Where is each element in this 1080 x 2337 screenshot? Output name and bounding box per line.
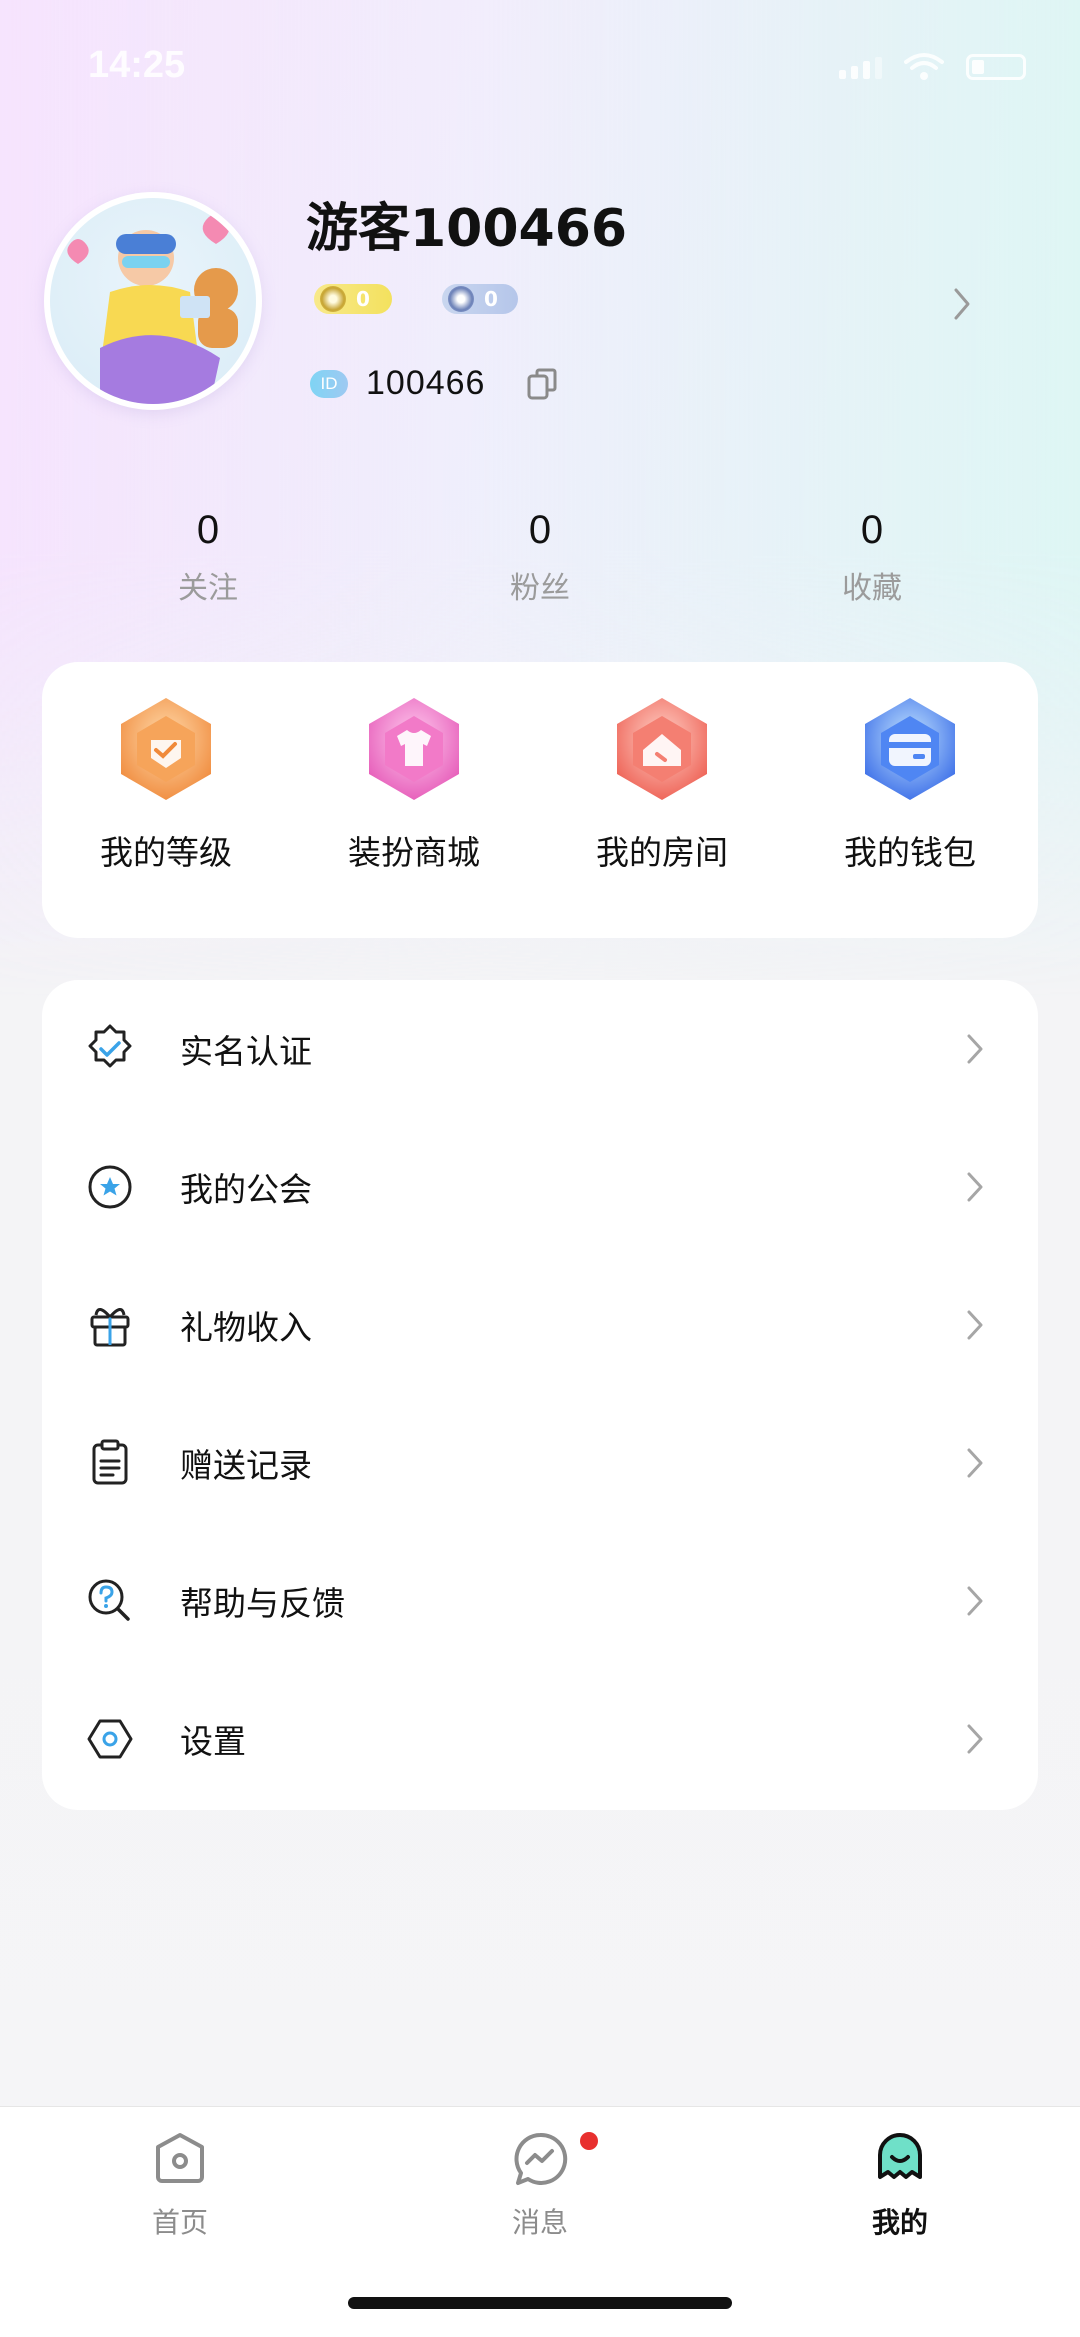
clipboard-icon bbox=[82, 1435, 138, 1491]
vip-medal-icon bbox=[448, 286, 474, 312]
tab-mine-label: 我的 bbox=[871, 2206, 928, 2239]
menu-item-real-name-verification[interactable]: 实名认证 bbox=[42, 980, 1038, 1118]
verified-badge-icon bbox=[82, 1021, 138, 1077]
feature-my-wallet[interactable]: 我的钱包 bbox=[800, 694, 1020, 874]
username: 游客100466 bbox=[306, 199, 628, 259]
feature-my-level-label: 我的等级 bbox=[100, 833, 232, 872]
profile-chevron-right-icon[interactable] bbox=[948, 284, 976, 324]
stat-favorites-label: 收藏 bbox=[842, 571, 902, 606]
stat-fans-label: 粉丝 bbox=[510, 571, 570, 606]
home-indicator bbox=[348, 2297, 732, 2309]
guild-star-icon bbox=[82, 1159, 138, 1215]
menu-label-real-name-verification: 实名认证 bbox=[180, 1032, 312, 1071]
help-search-icon bbox=[82, 1573, 138, 1629]
avatar-image bbox=[50, 198, 256, 404]
stat-fans[interactable]: 0 粉丝 bbox=[440, 508, 640, 607]
feature-my-room[interactable]: 我的房间 bbox=[552, 694, 772, 874]
menu-label-gift-records: 赠送记录 bbox=[180, 1446, 312, 1485]
stat-following-label: 关注 bbox=[178, 571, 238, 606]
level-medal-icon bbox=[320, 286, 346, 312]
message-notification-dot bbox=[580, 2132, 598, 2150]
feature-card: 我的等级 装扮商城 我的房间 我的钱包 bbox=[42, 662, 1038, 938]
chevron-right-icon bbox=[967, 1448, 983, 1478]
user-id-number: 100466 bbox=[366, 364, 486, 402]
menu-item-settings[interactable]: 设置 bbox=[42, 1670, 1038, 1808]
stat-following[interactable]: 0 关注 bbox=[108, 508, 308, 607]
chevron-right-icon bbox=[967, 1034, 983, 1064]
menu-item-gift-income[interactable]: 礼物收入 bbox=[42, 1256, 1038, 1394]
menu-label-my-guild: 我的公会 bbox=[180, 1170, 312, 1209]
chevron-right-icon bbox=[967, 1724, 983, 1754]
message-icon bbox=[514, 2132, 568, 2185]
settings-hex-icon bbox=[82, 1711, 138, 1767]
vip-badge[interactable]: 0 bbox=[442, 284, 518, 314]
menu-label-help-feedback: 帮助与反馈 bbox=[180, 1584, 345, 1623]
gift-icon bbox=[82, 1297, 138, 1353]
chevron-right-icon bbox=[967, 1310, 983, 1340]
feature-outfit-store[interactable]: 装扮商城 bbox=[304, 694, 524, 874]
profile-icon bbox=[878, 2133, 922, 2179]
user-id-row: ID 100466 bbox=[310, 364, 561, 403]
chevron-right-icon bbox=[967, 1586, 983, 1616]
status-bar: 14:25 bbox=[0, 0, 1080, 130]
level-badge[interactable]: 0 bbox=[314, 284, 392, 314]
stat-following-value: 0 bbox=[196, 508, 220, 552]
menu-item-my-guild[interactable]: 我的公会 bbox=[42, 1118, 1038, 1256]
level-icon bbox=[121, 698, 211, 800]
home-icon bbox=[156, 2133, 204, 2183]
feature-my-wallet-label: 我的钱包 bbox=[844, 833, 976, 872]
tab-home-label: 首页 bbox=[151, 2206, 208, 2239]
menu-item-gift-records[interactable]: 赠送记录 bbox=[42, 1394, 1038, 1532]
avatar[interactable] bbox=[44, 192, 262, 410]
stat-fans-value: 0 bbox=[528, 508, 552, 552]
cellular-signal-icon bbox=[839, 55, 882, 79]
vip-badge-value: 0 bbox=[484, 287, 498, 311]
menu-card: 实名认证 我的公会 礼物收入 赠送记录 帮助与反馈 设置 bbox=[42, 980, 1038, 1810]
stat-favorites[interactable]: 0 收藏 bbox=[772, 508, 972, 607]
status-icons bbox=[839, 52, 1026, 82]
stats-row: 0 关注 0 粉丝 0 收藏 bbox=[0, 508, 1080, 618]
feature-my-room-label: 我的房间 bbox=[596, 833, 728, 872]
feature-outfit-store-label: 装扮商城 bbox=[348, 833, 480, 872]
battery-icon bbox=[966, 54, 1026, 80]
house-icon bbox=[617, 698, 707, 800]
status-time: 14:25 bbox=[88, 44, 186, 86]
copy-icon[interactable] bbox=[525, 366, 561, 402]
feature-my-level[interactable]: 我的等级 bbox=[56, 694, 276, 874]
wallet-icon bbox=[865, 698, 955, 800]
stat-favorites-value: 0 bbox=[860, 508, 884, 552]
tab-home[interactable]: 首页 bbox=[100, 2129, 260, 2241]
id-tag: ID bbox=[310, 369, 348, 398]
tshirt-icon bbox=[369, 698, 459, 800]
tab-mine[interactable]: 我的 bbox=[820, 2129, 980, 2241]
menu-item-help-feedback[interactable]: 帮助与反馈 bbox=[42, 1532, 1038, 1670]
menu-label-settings: 设置 bbox=[180, 1722, 246, 1761]
level-badge-value: 0 bbox=[356, 287, 370, 311]
menu-label-gift-income: 礼物收入 bbox=[180, 1308, 312, 1347]
wifi-icon bbox=[904, 53, 944, 80]
tab-messages-label: 消息 bbox=[511, 2206, 568, 2239]
chevron-right-icon bbox=[967, 1172, 983, 1202]
